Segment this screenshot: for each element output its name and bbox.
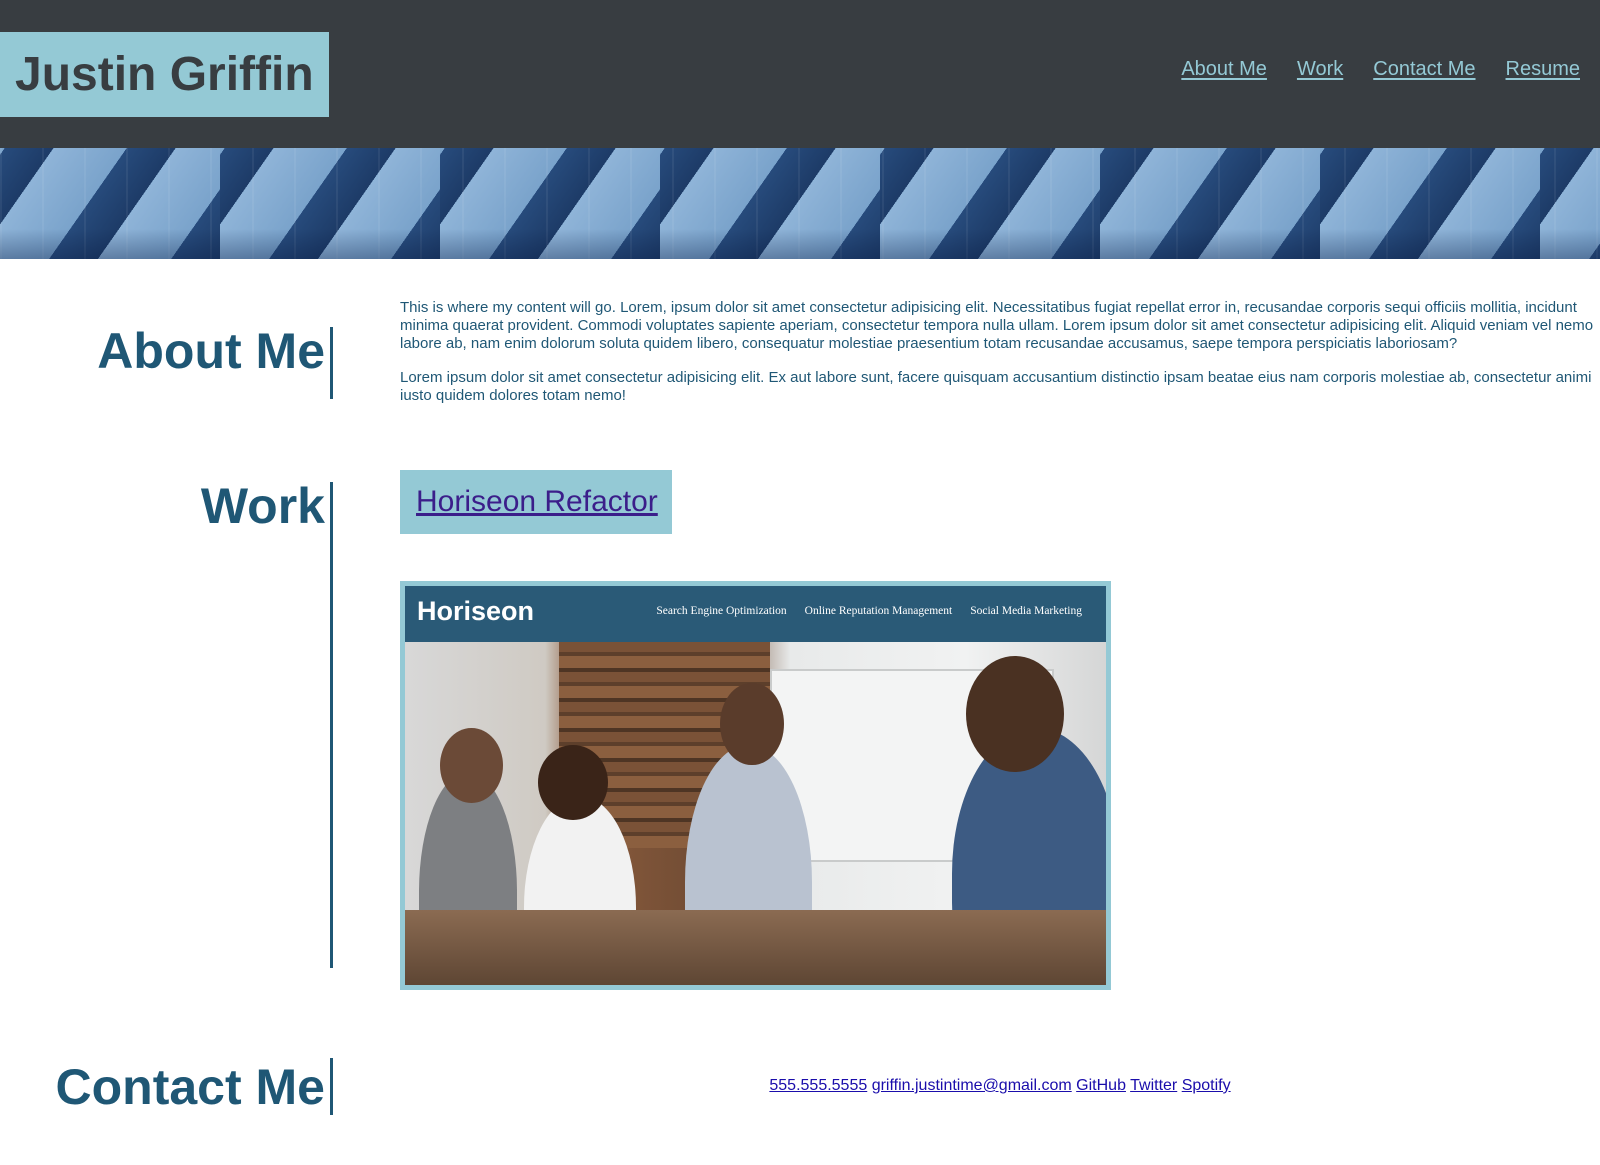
screenshot-nav-item: Search Engine Optimization <box>656 605 787 617</box>
work-divider <box>330 482 333 968</box>
about-paragraph: This is where my content will go. Lorem,… <box>400 299 1594 352</box>
person-head <box>440 727 504 804</box>
contact-link-github[interactable]: GitHub <box>1076 1077 1126 1094</box>
about-me-heading: About Me <box>97 323 325 379</box>
person-head <box>720 683 784 766</box>
nav-link-resume[interactable]: Resume <box>1506 58 1580 81</box>
project-link-horiseon-refactor[interactable]: Horiseon Refactor <box>416 485 658 518</box>
work-project-card: Horiseon Refactor <box>400 470 672 534</box>
contact-links: 555.555.5555 griffin.justintime@gmail.co… <box>400 1077 1600 1095</box>
screenshot-brand: Horiseon <box>417 596 535 626</box>
work-heading: Work <box>200 478 325 534</box>
contact-link-phone[interactable]: 555.555.5555 <box>769 1077 867 1094</box>
main-nav: About Me Work Contact Me Resume <box>1181 58 1580 81</box>
meeting-table <box>405 909 1106 985</box>
screenshot-nav-item: Social Media Marketing <box>970 605 1082 617</box>
about-paragraph: Lorem ipsum dolor sit amet consectetur a… <box>400 369 1592 404</box>
site-title: Justin Griffin <box>0 32 329 117</box>
horiseon-screenshot-image: Horiseon Search Engine Optimization Onli… <box>405 586 1106 985</box>
contact-link-email[interactable]: griffin.justintime@gmail.com <box>872 1077 1072 1094</box>
screenshot-header: Horiseon Search Engine Optimization Onli… <box>405 586 1106 642</box>
site-header: Justin Griffin About Me Work Contact Me … <box>0 0 1600 148</box>
team-meeting-photo <box>405 642 1106 985</box>
nav-link-contact-me[interactable]: Contact Me <box>1373 58 1475 81</box>
hero-banner <box>0 148 1600 259</box>
contact-me-heading: Contact Me <box>55 1059 325 1115</box>
nav-link-work[interactable]: Work <box>1297 58 1343 81</box>
person-head <box>538 744 609 821</box>
person-head <box>965 655 1064 773</box>
contact-link-twitter[interactable]: Twitter <box>1130 1077 1177 1094</box>
about-me-content: This is where my content will go. Lorem,… <box>400 299 1600 421</box>
contact-link-spotify[interactable]: Spotify <box>1182 1077 1231 1094</box>
screenshot-nav-item: Online Reputation Management <box>804 605 953 617</box>
screenshot-nav: Search Engine Optimization Online Reputa… <box>656 605 1082 617</box>
project-screenshot[interactable]: Horiseon Search Engine Optimization Onli… <box>400 581 1111 990</box>
about-me-divider <box>330 327 333 399</box>
contact-me-divider <box>330 1058 333 1115</box>
nav-link-about-me[interactable]: About Me <box>1181 58 1267 81</box>
